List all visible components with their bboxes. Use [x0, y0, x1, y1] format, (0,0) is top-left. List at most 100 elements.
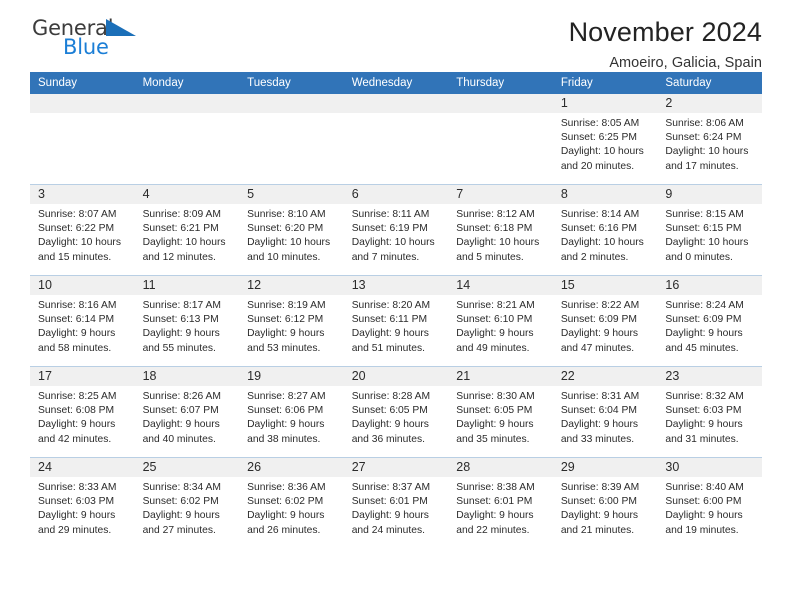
day-details: Sunrise: 8:20 AM Sunset: 6:11 PM Daylight:…: [344, 295, 449, 356]
day-details: Sunrise: 8:32 AM Sunset: 6:03 PM Daylight:…: [657, 386, 762, 447]
daylight-text: Daylight: 10 hours and 15 minutes.: [38, 237, 121, 263]
daylight-text: Daylight: 9 hours and 38 minutes.: [247, 419, 325, 445]
sunrise-text: Sunrise: 8:40 AM: [665, 482, 744, 493]
calendar-day-cell[interactable]: 12 Sunrise: 8:19 AM Sunset: 6:12 PM Dayligh…: [239, 275, 344, 367]
sunrise-text: Sunrise: 8:36 AM: [247, 482, 326, 493]
calendar-day-cell[interactable]: 24 Sunrise: 8:33 AM Sunset: 6:03 PM Dayligh…: [30, 457, 135, 548]
day-number: 9: [657, 185, 762, 204]
calendar-day-cell[interactable]: 23 Sunrise: 8:32 AM Sunset: 6:03 PM Dayligh…: [657, 366, 762, 458]
calendar-day-cell[interactable]: 5 Sunrise: 8:10 AM Sunset: 6:20 PM Daylight…: [239, 184, 344, 276]
calendar-day-cell[interactable]: 1 Sunrise: 8:05 AM Sunset: 6:25 PM Daylight…: [552, 94, 658, 185]
calendar-day-cell[interactable]: 8 Sunrise: 8:14 AM Sunset: 6:16 PM Daylight…: [552, 184, 658, 276]
page-header: General Blue November 2024 Amoeiro, Gali…: [30, 0, 762, 72]
daylight-text: Daylight: 10 hours and 17 minutes.: [665, 146, 749, 172]
calendar-day-cell[interactable]: 27 Sunrise: 8:37 AM Sunset: 6:01 PM Dayligh…: [343, 457, 449, 548]
day-details: Sunrise: 8:28 AM Sunset: 6:05 PM Daylight:…: [344, 386, 449, 447]
sunrise-text: Sunrise: 8:34 AM: [142, 482, 221, 493]
calendar-day-cell[interactable]: 10 Sunrise: 8:16 AM Sunset: 6:14 PM Dayligh…: [30, 275, 135, 367]
day-number: 6: [343, 185, 449, 204]
calendar-day-cell[interactable]: 3 Sunrise: 8:07 AM Sunset: 6:22 PM Daylight…: [30, 184, 135, 276]
calendar-day-cell[interactable]: 2 Sunrise: 8:06 AM Sunset: 6:24 PM Daylight…: [657, 94, 762, 185]
daylight-text: Daylight: 9 hours and 36 minutes.: [351, 419, 429, 445]
daylight-text: Daylight: 9 hours and 51 minutes.: [351, 328, 429, 354]
daylight-text: Daylight: 9 hours and 40 minutes.: [142, 419, 220, 445]
day-details: Sunrise: 8:11 AM Sunset: 6:19 PM Daylight:…: [344, 204, 449, 265]
day-details: Sunrise: 8:07 AM Sunset: 6:22 PM Daylight:…: [30, 204, 135, 265]
day-details: Sunrise: 8:21 AM Sunset: 6:10 PM Daylight:…: [448, 295, 553, 356]
weekday-header-sunday: Sunday: [30, 72, 135, 94]
logo-text-blue: Blue: [63, 35, 109, 59]
day-details: Sunrise: 8:09 AM Sunset: 6:21 PM Daylight:…: [135, 204, 240, 265]
sunset-text: Sunset: 6:05 PM: [456, 405, 533, 417]
weekday-header-monday: Monday: [134, 72, 240, 94]
day-details: Sunrise: 8:05 AM Sunset: 6:25 PM Daylight:…: [553, 113, 658, 174]
sunset-text: Sunset: 6:15 PM: [665, 223, 742, 235]
day-number: 25: [134, 458, 240, 477]
sunrise-text: Sunrise: 8:14 AM: [560, 209, 640, 220]
sunset-text: Sunset: 6:03 PM: [665, 405, 742, 417]
calendar-page: General Blue November 2024 Amoeiro, Gali…: [0, 0, 792, 612]
day-number: 17: [30, 367, 135, 386]
calendar-day-cell[interactable]: 15 Sunrise: 8:22 AM Sunset: 6:09 PM Dayligh…: [552, 275, 658, 367]
day-number: 2: [657, 94, 762, 113]
calendar-day-cell[interactable]: 30 Sunrise: 8:40 AM Sunset: 6:00 PM Dayligh…: [657, 457, 762, 548]
sunrise-text: Sunrise: 8:25 AM: [38, 391, 117, 402]
calendar-week-row: 10 Sunrise: 8:16 AM Sunset: 6:14 PM Dayligh…: [30, 275, 762, 367]
daylight-text: Daylight: 9 hours and 42 minutes.: [38, 419, 116, 445]
day-details: Sunrise: 8:30 AM Sunset: 6:05 PM Daylight:…: [448, 386, 553, 447]
daylight-text: Daylight: 9 hours and 58 minutes.: [38, 328, 116, 354]
day-details: Sunrise: 8:26 AM Sunset: 6:07 PM Daylight:…: [135, 386, 240, 447]
daylight-text: Daylight: 10 hours and 5 minutes.: [456, 237, 540, 263]
day-details: Sunrise: 8:10 AM Sunset: 6:20 PM Daylight:…: [239, 204, 344, 265]
calendar-day-cell[interactable]: 14 Sunrise: 8:21 AM Sunset: 6:10 PM Dayligh…: [448, 275, 553, 367]
day-details: Sunrise: 8:33 AM Sunset: 6:03 PM Daylight:…: [30, 477, 135, 538]
sunrise-text: Sunrise: 8:06 AM: [665, 118, 744, 129]
day-number: 16: [657, 276, 762, 295]
day-number: 10: [30, 276, 135, 295]
weekday-header-saturday: Saturday: [657, 72, 762, 94]
calendar-day-cell[interactable]: 21 Sunrise: 8:30 AM Sunset: 6:05 PM Dayligh…: [448, 366, 553, 458]
calendar-empty-cell: [448, 94, 553, 185]
calendar-week-row: 17 Sunrise: 8:25 AM Sunset: 6:08 PM Dayligh…: [30, 366, 762, 458]
daylight-text: Daylight: 10 hours and 2 minutes.: [560, 237, 644, 263]
calendar-day-cell[interactable]: 25 Sunrise: 8:34 AM Sunset: 6:02 PM Dayligh…: [134, 457, 240, 548]
sunset-text: Sunset: 6:10 PM: [456, 314, 533, 326]
calendar-day-cell[interactable]: 7 Sunrise: 8:12 AM Sunset: 6:18 PM Daylight…: [448, 184, 553, 276]
sunset-text: Sunset: 6:16 PM: [560, 223, 637, 235]
sunrise-text: Sunrise: 8:30 AM: [456, 391, 535, 402]
calendar-day-cell[interactable]: 20 Sunrise: 8:28 AM Sunset: 6:05 PM Dayligh…: [343, 366, 449, 458]
calendar-day-cell[interactable]: 16 Sunrise: 8:24 AM Sunset: 6:09 PM Dayligh…: [657, 275, 762, 367]
daylight-text: Daylight: 10 hours and 10 minutes.: [247, 237, 331, 263]
calendar-day-cell[interactable]: 4 Sunrise: 8:09 AM Sunset: 6:21 PM Daylight…: [134, 184, 240, 276]
sunset-text: Sunset: 6:22 PM: [38, 223, 115, 235]
calendar-day-cell[interactable]: 19 Sunrise: 8:27 AM Sunset: 6:06 PM Dayligh…: [239, 366, 344, 458]
calendar-day-cell[interactable]: 29 Sunrise: 8:39 AM Sunset: 6:00 PM Dayligh…: [552, 457, 658, 548]
day-number: 22: [552, 367, 658, 386]
generalblue-logo[interactable]: General Blue: [32, 16, 152, 62]
calendar-day-cell[interactable]: 18 Sunrise: 8:26 AM Sunset: 6:07 PM Dayligh…: [134, 366, 240, 458]
calendar-day-cell[interactable]: 28 Sunrise: 8:38 AM Sunset: 6:01 PM Dayligh…: [448, 457, 553, 548]
sunset-text: Sunset: 6:18 PM: [456, 223, 533, 235]
day-details: Sunrise: 8:37 AM Sunset: 6:01 PM Daylight:…: [344, 477, 449, 538]
sunset-text: Sunset: 6:25 PM: [560, 132, 637, 144]
sunset-text: Sunset: 6:00 PM: [665, 496, 742, 508]
calendar-day-cell[interactable]: 17 Sunrise: 8:25 AM Sunset: 6:08 PM Dayligh…: [30, 366, 135, 458]
daylight-text: Daylight: 9 hours and 35 minutes.: [456, 419, 534, 445]
sunrise-text: Sunrise: 8:38 AM: [456, 482, 535, 493]
day-number: 4: [134, 185, 240, 204]
calendar-day-cell[interactable]: 11 Sunrise: 8:17 AM Sunset: 6:13 PM Dayligh…: [134, 275, 240, 367]
day-number: [343, 94, 449, 113]
calendar-day-cell[interactable]: 26 Sunrise: 8:36 AM Sunset: 6:02 PM Dayligh…: [239, 457, 344, 548]
day-details: Sunrise: 8:15 AM Sunset: 6:15 PM Daylight:…: [657, 204, 762, 265]
sunset-text: Sunset: 6:21 PM: [142, 223, 219, 235]
day-number: 26: [239, 458, 344, 477]
sunrise-text: Sunrise: 8:20 AM: [351, 300, 431, 311]
calendar-day-cell[interactable]: 13 Sunrise: 8:20 AM Sunset: 6:11 PM Dayligh…: [343, 275, 449, 367]
sunset-text: Sunset: 6:04 PM: [560, 405, 637, 417]
calendar-day-cell[interactable]: 6 Sunrise: 8:11 AM Sunset: 6:19 PM Daylight…: [343, 184, 449, 276]
sunset-text: Sunset: 6:24 PM: [665, 132, 742, 144]
calendar-day-cell[interactable]: 22 Sunrise: 8:31 AM Sunset: 6:04 PM Dayligh…: [552, 366, 658, 458]
daylight-text: Daylight: 9 hours and 49 minutes.: [456, 328, 534, 354]
sunrise-text: Sunrise: 8:21 AM: [456, 300, 535, 311]
calendar-day-cell[interactable]: 9 Sunrise: 8:15 AM Sunset: 6:15 PM Daylight…: [657, 184, 762, 276]
